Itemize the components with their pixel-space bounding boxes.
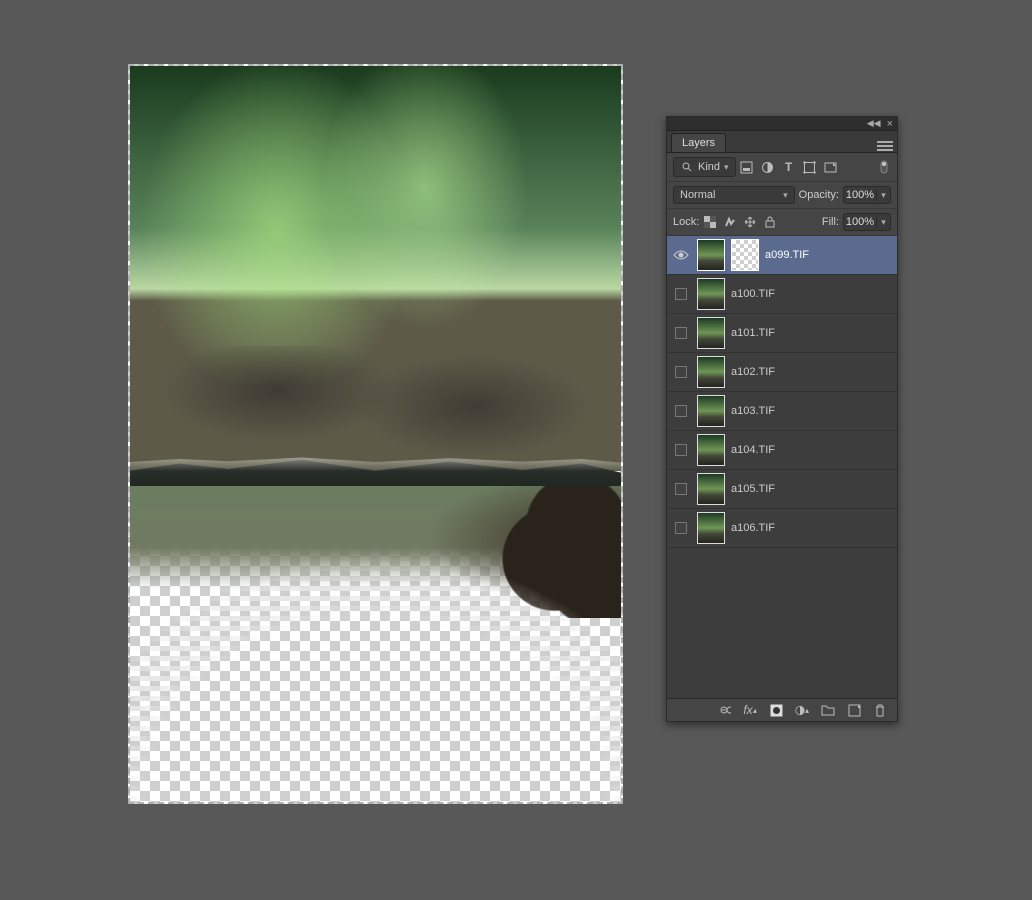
panel-collapse-icon[interactable]: ◀◀: [867, 118, 881, 129]
search-icon: [680, 160, 694, 174]
layer-visibility-toggle[interactable]: [671, 392, 691, 430]
filter-pixel-icon[interactable]: [740, 160, 754, 174]
panel-close-icon[interactable]: ×: [887, 118, 893, 130]
layer-thumbnail[interactable]: [697, 239, 725, 271]
visibility-checkbox: [675, 483, 687, 495]
visibility-checkbox: [675, 288, 687, 300]
blend-mode-value: Normal: [680, 189, 715, 201]
visibility-checkbox: [675, 405, 687, 417]
lock-transparency-icon[interactable]: [703, 215, 717, 229]
layer-name-label[interactable]: a099.TIF: [765, 249, 809, 261]
visibility-checkbox: [675, 444, 687, 456]
filter-type-value: Kind: [698, 161, 720, 173]
layer-name-label[interactable]: a106.TIF: [731, 522, 775, 534]
blend-row: Normal ▾ Opacity: ▾: [667, 182, 897, 209]
lock-label: Lock:: [673, 216, 699, 228]
link-layers-icon[interactable]: [717, 703, 731, 717]
layer-row[interactable]: a100.TIF: [667, 275, 897, 314]
document-canvas[interactable]: [128, 64, 623, 804]
layer-thumbnail[interactable]: [697, 434, 725, 466]
filter-row: Kind ▾ T: [667, 153, 897, 182]
filter-type-icon[interactable]: T: [782, 160, 796, 174]
lock-image-icon[interactable]: [723, 215, 737, 229]
layer-thumbnail[interactable]: [697, 395, 725, 427]
layer-visibility-toggle[interactable]: [671, 470, 691, 508]
visible-layer-image: [130, 66, 621, 802]
layer-name-label[interactable]: a101.TIF: [731, 327, 775, 339]
layer-thumbnail[interactable]: [697, 278, 725, 310]
layer-mask-thumbnail[interactable]: [731, 239, 759, 271]
layer-list: a099.TIF a100.TIF a101.TIF a102.TIF a103.TIF…: [667, 236, 897, 698]
layer-thumbnail[interactable]: [697, 512, 725, 544]
layer-thumbnail[interactable]: [697, 356, 725, 388]
panel-footer: fx▴ ▴: [667, 698, 897, 721]
layer-row[interactable]: a104.TIF: [667, 431, 897, 470]
layer-thumbnail[interactable]: [697, 317, 725, 349]
layer-row[interactable]: a106.TIF: [667, 509, 897, 548]
layer-name-label[interactable]: a102.TIF: [731, 366, 775, 378]
layer-visibility-toggle[interactable]: [671, 314, 691, 352]
delete-layer-icon[interactable]: [873, 703, 887, 717]
fill-input[interactable]: ▾: [843, 213, 891, 231]
filter-shape-icon[interactable]: [803, 160, 817, 174]
panel-tabs: Layers: [667, 131, 897, 153]
chevron-down-icon[interactable]: ▾: [876, 217, 890, 228]
filter-adjustment-icon[interactable]: [761, 160, 775, 174]
lock-row: Lock: Fill: ▾: [667, 209, 897, 236]
opacity-label: Opacity:: [799, 189, 839, 201]
visibility-checkbox: [675, 366, 687, 378]
layer-name-label[interactable]: a105.TIF: [731, 483, 775, 495]
layer-visibility-toggle[interactable]: [671, 236, 691, 274]
add-mask-icon[interactable]: [769, 703, 783, 717]
layer-row[interactable]: a103.TIF: [667, 392, 897, 431]
filter-smartobject-icon[interactable]: [824, 160, 838, 174]
chevron-down-icon: ▾: [724, 162, 729, 173]
layer-name-label[interactable]: a100.TIF: [731, 288, 775, 300]
tab-label: Layers: [682, 137, 715, 149]
layer-name-label[interactable]: a103.TIF: [731, 405, 775, 417]
filter-toggle-switch[interactable]: [877, 160, 891, 174]
new-group-icon[interactable]: [821, 703, 835, 717]
visibility-checkbox: [675, 522, 687, 534]
lock-position-icon[interactable]: [743, 215, 757, 229]
layer-list-empty-area[interactable]: [667, 548, 897, 698]
panel-menu-icon[interactable]: [877, 140, 893, 152]
new-layer-icon[interactable]: [847, 703, 861, 717]
layer-row[interactable]: a101.TIF: [667, 314, 897, 353]
blend-mode-dropdown[interactable]: Normal ▾: [673, 186, 795, 204]
opacity-value[interactable]: [844, 187, 876, 203]
layer-visibility-toggle[interactable]: [671, 353, 691, 391]
eye-icon: [673, 249, 689, 261]
layer-visibility-toggle[interactable]: [671, 275, 691, 313]
layer-style-icon[interactable]: fx▴: [743, 703, 757, 717]
layers-panel: ◀◀ × Layers Kind ▾ T Normal: [666, 116, 898, 722]
layer-row[interactable]: a099.TIF: [667, 236, 897, 275]
layer-row[interactable]: a102.TIF: [667, 353, 897, 392]
layer-thumbnail[interactable]: [697, 473, 725, 505]
new-adjustment-icon[interactable]: ▴: [795, 703, 809, 717]
layer-row[interactable]: a105.TIF: [667, 470, 897, 509]
fill-value[interactable]: [844, 214, 876, 230]
chevron-down-icon[interactable]: ▾: [876, 190, 890, 201]
layer-name-label[interactable]: a104.TIF: [731, 444, 775, 456]
chevron-down-icon: ▾: [783, 190, 788, 201]
visibility-checkbox: [675, 327, 687, 339]
fill-label: Fill:: [822, 216, 839, 228]
tab-layers[interactable]: Layers: [671, 133, 726, 152]
panel-titlebar: ◀◀ ×: [667, 117, 897, 131]
layer-visibility-toggle[interactable]: [671, 431, 691, 469]
filter-type-dropdown[interactable]: Kind ▾: [673, 157, 736, 177]
opacity-input[interactable]: ▾: [843, 186, 891, 204]
layer-visibility-toggle[interactable]: [671, 509, 691, 547]
lock-all-icon[interactable]: [763, 215, 777, 229]
